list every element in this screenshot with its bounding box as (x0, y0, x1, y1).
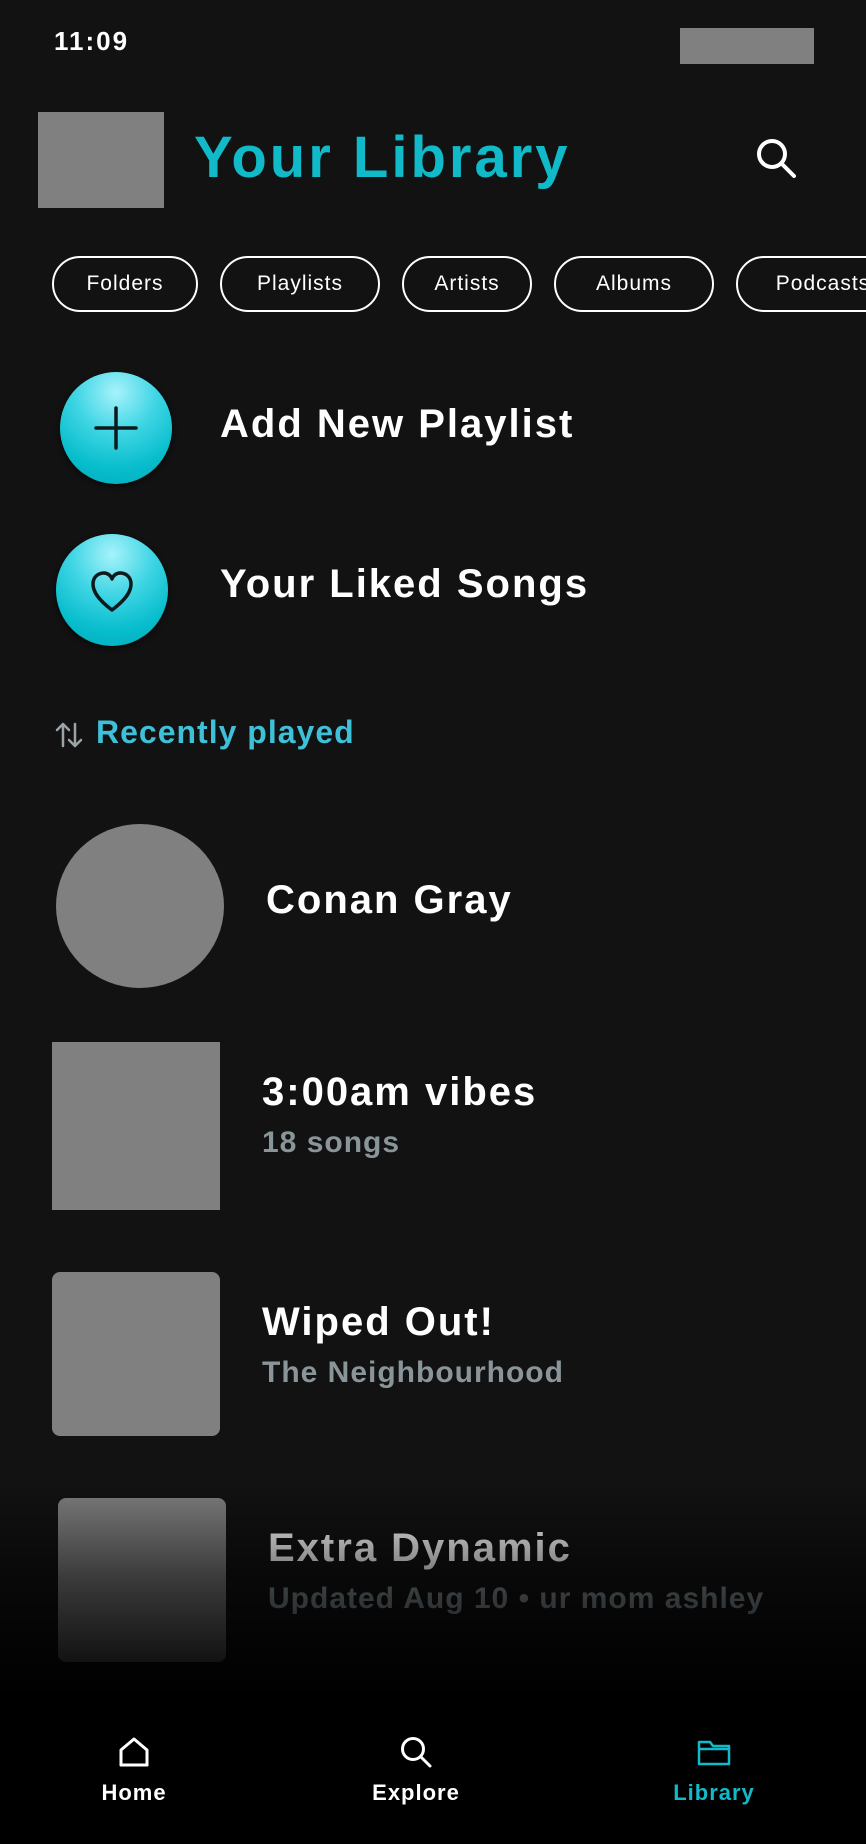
search-button[interactable] (752, 134, 800, 182)
nav-explore-label: Explore (372, 1780, 460, 1805)
item-title-extra-dynamic[interactable]: Extra Dynamic (268, 1526, 572, 1571)
album-thumbnail[interactable] (52, 1272, 220, 1436)
heart-icon (91, 571, 133, 612)
home-icon (119, 1737, 149, 1767)
filter-chips: Folders Playlists Artists Albums Podcast… (52, 256, 866, 312)
sort-arrows-icon[interactable] (54, 720, 84, 750)
status-time: 11:09 (54, 26, 130, 56)
liked-songs-button[interactable] (56, 534, 168, 646)
item-subtitle-wiped-out: The Neighbourhood (262, 1356, 564, 1389)
bottom-nav: Home Explore Library (0, 1700, 866, 1844)
folder-icon (697, 1740, 731, 1766)
nav-library[interactable]: Library (614, 1734, 814, 1806)
nav-explore[interactable]: Explore (316, 1734, 516, 1806)
item-title-3am-vibes[interactable]: 3:00am vibes (262, 1070, 537, 1115)
artist-thumbnail[interactable] (56, 824, 224, 988)
nav-home-label: Home (101, 1780, 167, 1805)
item-title-conan-gray[interactable]: Conan Gray (266, 878, 513, 923)
page-title: Your Library (194, 125, 571, 190)
nav-library-label: Library (673, 1780, 755, 1805)
playlist-thumbnail[interactable] (58, 1498, 226, 1662)
add-playlist-button[interactable] (60, 372, 172, 484)
chip-artists[interactable]: Artists (402, 256, 532, 312)
status-icons (680, 28, 814, 64)
playlist-thumbnail[interactable] (52, 1042, 220, 1210)
search-icon (401, 1737, 432, 1768)
sort-label[interactable]: Recently played (96, 714, 355, 751)
chip-albums[interactable]: Albums (554, 256, 714, 312)
item-title-wiped-out[interactable]: Wiped Out! (262, 1300, 495, 1345)
liked-songs-label[interactable]: Your Liked Songs (220, 562, 589, 607)
chip-podcasts[interactable]: Podcasts (736, 256, 866, 312)
chip-folders[interactable]: Folders (52, 256, 198, 312)
item-subtitle-extra-dynamic: Updated Aug 10 • ur mom ashley (268, 1582, 765, 1615)
profile-avatar[interactable] (38, 112, 164, 208)
plus-icon (94, 406, 138, 450)
add-playlist-label[interactable]: Add New Playlist (220, 402, 574, 447)
chip-playlists[interactable]: Playlists (220, 256, 380, 312)
search-icon (757, 139, 796, 178)
item-subtitle-3am-vibes: 18 songs (262, 1126, 401, 1159)
nav-home[interactable]: Home (34, 1734, 234, 1806)
